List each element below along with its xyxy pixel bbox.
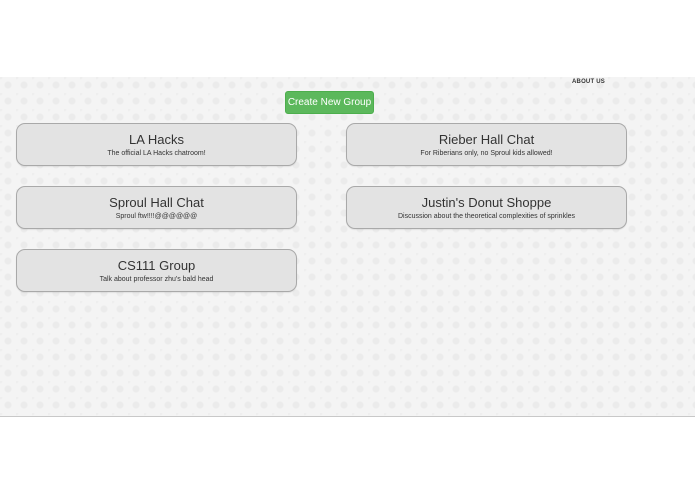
group-card-sproul-hall-chat[interactable]: Sproul Hall Chat Sproul ftw!!!!@@@@@@ [16, 186, 297, 229]
group-title: CS111 Group [117, 258, 196, 273]
group-card-justins-donut-shoppe[interactable]: Justin's Donut Shoppe Discussion about t… [346, 186, 627, 229]
group-description: For Riberians only, no Sproul kids allow… [420, 150, 553, 157]
about-us-link[interactable]: ABOUT US [572, 79, 605, 85]
create-new-group-button[interactable]: Create New Group [285, 91, 374, 114]
group-title: Justin's Donut Shoppe [421, 195, 552, 210]
group-card-cs111-group[interactable]: CS111 Group Talk about professor zhu's b… [16, 249, 297, 292]
group-card-rieber-hall-chat[interactable]: Rieber Hall Chat For Riberians only, no … [346, 123, 627, 166]
group-description: Sproul ftw!!!!@@@@@@ [115, 213, 198, 220]
group-title: LA Hacks [129, 132, 184, 147]
group-title: Rieber Hall Chat [438, 132, 535, 147]
group-description: The official LA Hacks chatroom! [107, 150, 206, 157]
app-container: ABOUT US Create New Group LA Hacks The o… [0, 77, 695, 417]
group-description: Discussion about the theoretical complex… [397, 213, 576, 220]
group-description: Talk about professor zhu's bald head [99, 276, 214, 283]
group-title: Sproul Hall Chat [109, 195, 204, 210]
group-card-la-hacks[interactable]: LA Hacks The official LA Hacks chatroom! [16, 123, 297, 166]
